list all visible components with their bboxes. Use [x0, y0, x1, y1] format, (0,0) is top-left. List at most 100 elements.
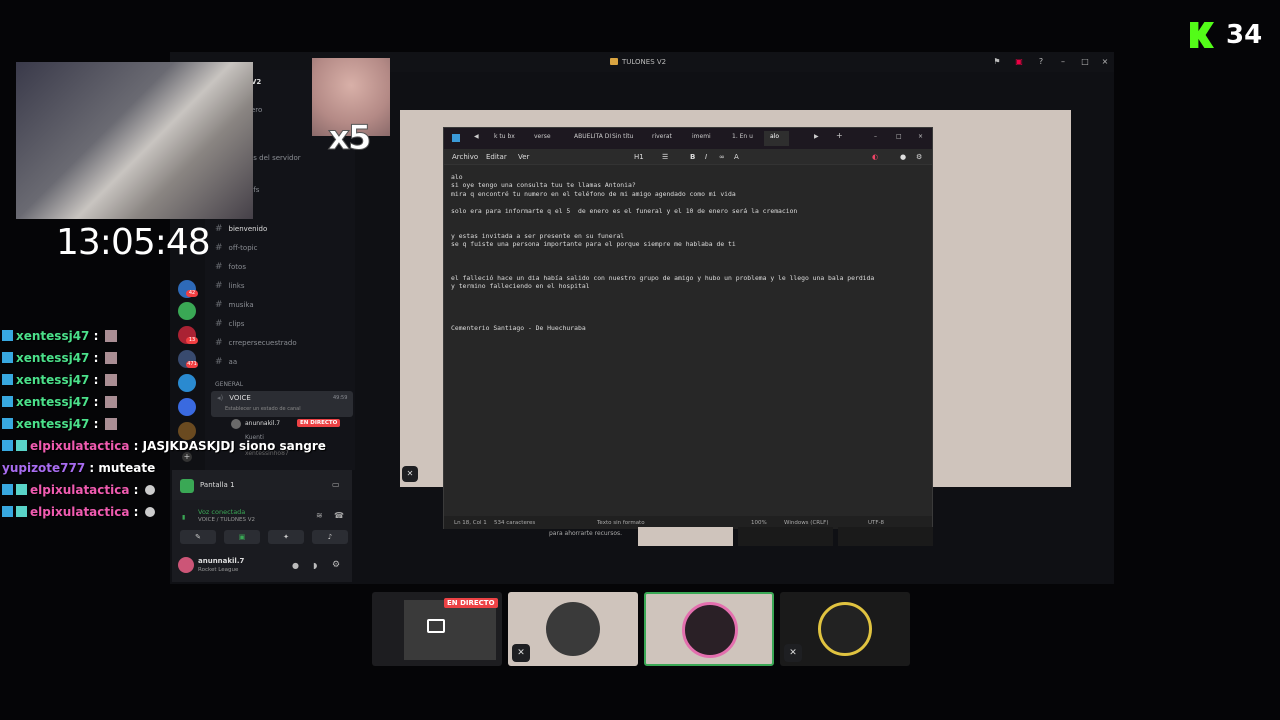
chat-username[interactable]: elpixulatactica	[30, 439, 129, 453]
menu-ver[interactable]: Ver	[518, 153, 529, 161]
hash-icon: #	[215, 243, 223, 253]
kick-logo-icon	[1190, 22, 1214, 48]
inbox-icon[interactable]: ▣	[1014, 57, 1024, 67]
tab[interactable]: Sin títu	[612, 133, 633, 140]
chat-username[interactable]: xentessj47	[16, 373, 89, 387]
copilot-icon[interactable]: ◐	[872, 153, 878, 161]
maximize-icon[interactable]: □	[896, 133, 902, 140]
back-icon[interactable]: ◀	[474, 133, 479, 140]
chat-username[interactable]: xentessj47	[16, 329, 89, 343]
channel-links[interactable]: # links	[215, 281, 245, 291]
disconnect-icon[interactable]: ☎	[334, 511, 344, 520]
server-icon[interactable]	[178, 302, 196, 320]
screen-share-row[interactable]: Pantalla 1 ▭	[172, 470, 352, 500]
flag-icon[interactable]: ⚑	[992, 57, 1002, 67]
tab-active[interactable]: alo	[764, 131, 790, 146]
voice-connected-sub[interactable]: VOICE / TULONES V2	[198, 517, 255, 523]
tab[interactable]: verse	[534, 133, 551, 140]
help-icon[interactable]: ?	[1036, 57, 1046, 67]
menu-editar[interactable]: Editar	[486, 153, 507, 161]
channel-off-topic[interactable]: # off-topic	[215, 243, 257, 253]
soundboard-button[interactable]: ♪	[312, 530, 348, 544]
tab[interactable]: riverat	[652, 133, 672, 140]
avatar	[818, 602, 872, 656]
zoom-level[interactable]: 100%	[751, 520, 767, 526]
server-icon[interactable]	[178, 398, 196, 416]
voice-status[interactable]: Establecer un estado de canal	[225, 406, 301, 412]
link-icon[interactable]: ∞	[719, 153, 725, 161]
hash-icon: #	[215, 224, 223, 234]
channel-bienvenido[interactable]: # bienvenido	[215, 224, 267, 234]
settings-gear-icon[interactable]: ⚙	[332, 560, 340, 570]
channel-label: musika	[228, 301, 254, 309]
chat-username[interactable]: yupizote777	[2, 461, 85, 475]
notepad-icon	[452, 134, 460, 142]
settings-gear-icon[interactable]: ⚙	[916, 153, 922, 161]
bold-icon[interactable]: B	[690, 153, 695, 161]
popout-icon[interactable]: ▭	[332, 480, 340, 489]
noise-suppression-icon[interactable]: ≋	[316, 511, 323, 520]
chat-username[interactable]: xentessj47	[16, 395, 89, 409]
participant-tile[interactable]: ✕	[780, 592, 910, 666]
close-icon[interactable]: ×	[918, 133, 923, 140]
live-badge: EN DIRECTO	[297, 419, 341, 427]
menu-archivo[interactable]: Archivo	[452, 153, 478, 161]
document-body[interactable]: alo si oye tengo una consulta tuu te lla…	[451, 173, 926, 332]
screen-share-button[interactable]: ▣	[224, 530, 260, 544]
channel-label: fotos	[228, 263, 246, 271]
channel-list-item[interactable]: es del servidor	[249, 154, 301, 162]
doc-line: y termino falleciendo en el hospital	[451, 282, 590, 291]
user-name[interactable]: anunnakil.7	[198, 557, 244, 565]
minimize-icon[interactable]: –	[1058, 57, 1068, 67]
channel-musika[interactable]: # musika	[215, 300, 254, 310]
avatar[interactable]	[231, 419, 241, 429]
participant-tile-small[interactable]	[638, 527, 733, 546]
tab[interactable]: ABUELITA DI	[574, 133, 611, 140]
muted-mic-icon: ✕	[784, 644, 802, 662]
minimize-icon[interactable]: –	[874, 133, 877, 140]
chat-username[interactable]: xentessj47	[16, 417, 89, 431]
server-icon[interactable]	[178, 422, 196, 440]
chat-username[interactable]: xentessj47	[16, 351, 89, 365]
camera-off-button[interactable]: ✎	[180, 530, 216, 544]
doc-line	[451, 223, 926, 231]
voice-channel-row[interactable]: ◂) VOICE 49:59 Establecer un estado de ca…	[211, 391, 353, 417]
headphones-icon[interactable]: ◗	[313, 561, 317, 570]
channel-clips[interactable]: # clips	[215, 319, 244, 329]
chat-username[interactable]: elpixulatactica	[30, 483, 129, 497]
chat-message: xentessj47 :	[2, 373, 117, 387]
tab[interactable]: k tu bx	[494, 133, 515, 140]
chat-message: elpixulatactica : JASJKDASKJDJ siono san…	[2, 439, 326, 453]
voice-connected-label[interactable]: Voz conectada	[198, 508, 245, 516]
stream-overlay: TULONES V2 ⚑ ▣ ? – □ × V2 jero s es del …	[0, 0, 1280, 720]
doc-line: el falleció hace un dia había salido con…	[451, 273, 875, 282]
account-icon[interactable]: ●	[900, 153, 906, 161]
avatar[interactable]	[178, 557, 194, 573]
server-icon[interactable]	[178, 374, 196, 392]
tab[interactable]: 1. En u	[732, 133, 753, 140]
forward-icon[interactable]: ▶	[814, 133, 819, 140]
chat-username[interactable]: elpixulatactica	[30, 505, 129, 519]
close-icon[interactable]: ×	[1100, 57, 1110, 67]
participant-tile-small[interactable]	[738, 527, 833, 546]
add-server-icon[interactable]: +	[182, 452, 192, 462]
mic-icon[interactable]: ●	[292, 561, 299, 570]
channel-fotos[interactable]: # fotos	[215, 262, 246, 272]
voice-user-name[interactable]: anunnakil.7	[245, 420, 280, 427]
participant-tile-small[interactable]	[838, 527, 933, 546]
participant-tile[interactable]: ✕	[508, 592, 638, 666]
category-general[interactable]: GENERAL	[215, 381, 243, 388]
participant-tile-stream[interactable]: EN DIRECTO	[372, 592, 502, 666]
maximize-icon[interactable]: □	[1080, 57, 1090, 67]
heading-dropdown[interactable]: H1	[634, 153, 644, 161]
channel-aa[interactable]: # aa	[215, 357, 237, 367]
channel-crrepersecuestrado[interactable]: # crrepersecuestrado	[215, 338, 297, 348]
activities-button[interactable]: ✦	[268, 530, 304, 544]
list-icon[interactable]: ☰	[662, 153, 668, 161]
italic-icon[interactable]: I	[705, 153, 707, 161]
new-tab-icon[interactable]: +	[836, 131, 843, 140]
chat-message: elpixulatactica :	[2, 505, 155, 519]
tab[interactable]: imemi	[692, 133, 711, 140]
clear-format-icon[interactable]: A	[734, 153, 739, 161]
participant-tile-speaking[interactable]	[644, 592, 774, 666]
